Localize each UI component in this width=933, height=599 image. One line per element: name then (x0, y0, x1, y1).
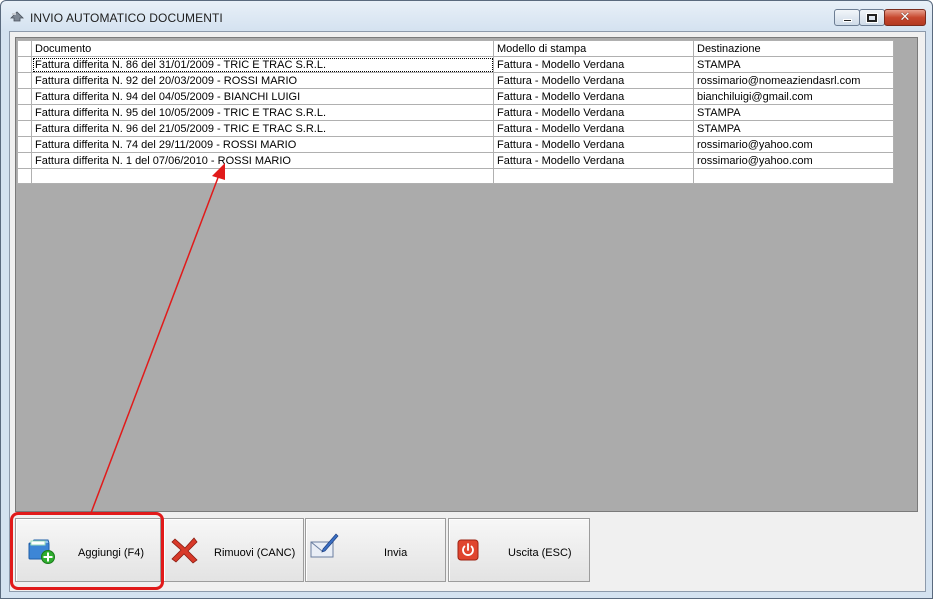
window-controls: ✕ (834, 9, 926, 26)
cell-documento-empty[interactable] (31, 168, 494, 184)
cell-documento[interactable]: Fattura differita N. 92 del 20/03/2009 -… (31, 72, 494, 89)
cell-documento[interactable]: Fattura differita N. 95 del 10/05/2009 -… (31, 104, 494, 121)
cell-documento[interactable]: Fattura differita N. 74 del 29/11/2009 -… (31, 136, 494, 153)
cell-destinazione[interactable]: bianchiluigi@gmail.com (693, 88, 894, 105)
cell-destinazione[interactable]: STAMPA (693, 120, 894, 137)
cell-destinazione[interactable]: STAMPA (693, 104, 894, 121)
cell-modello[interactable]: Fattura - Modello Verdana (493, 72, 694, 89)
cell-destinazione-empty[interactable] (693, 168, 894, 184)
send-button-label: Invia (384, 547, 408, 559)
add-button-label: Aggiungi (F4) (78, 547, 145, 559)
cell-documento[interactable]: Fattura differita N. 1 del 07/06/2010 - … (31, 152, 494, 169)
cell-destinazione[interactable]: rossimario@yahoo.com (693, 136, 894, 153)
cell-documento[interactable]: Fattura differita N. 86 del 31/01/2009 -… (31, 56, 494, 73)
new-row[interactable] (17, 168, 894, 184)
folder-add-icon (28, 539, 55, 564)
send-button[interactable]: Invia (305, 518, 446, 582)
row-indicator[interactable] (17, 56, 32, 73)
window-title: INVIO AUTOMATICO DOCUMENTI (30, 11, 223, 25)
envelope-pen-icon (310, 533, 339, 558)
maximize-icon (867, 13, 877, 22)
maximize-button[interactable] (859, 9, 885, 26)
cell-documento[interactable]: Fattura differita N. 96 del 21/05/2009 -… (31, 120, 494, 137)
cell-modello[interactable]: Fattura - Modello Verdana (493, 88, 694, 105)
table-header-row: Documento Modello di stampa Destinazione (17, 40, 894, 57)
remove-button[interactable]: Rimuovi (CANC) (163, 518, 304, 582)
app-icon (10, 11, 24, 22)
power-icon (457, 539, 479, 561)
documents-grid[interactable]: Documento Modello di stampa Destinazione… (15, 37, 918, 512)
title-bar[interactable]: INVIO AUTOMATICO DOCUMENTI ✕ (1, 1, 932, 31)
table-row[interactable]: Fattura differita N. 94 del 04/05/2009 -… (17, 88, 894, 105)
row-indicator[interactable] (17, 136, 32, 153)
cell-modello-empty[interactable] (493, 168, 694, 184)
exit-button[interactable]: Uscita (ESC) (448, 518, 590, 582)
client-area: Documento Modello di stampa Destinazione… (9, 31, 926, 592)
row-indicator-header (17, 40, 32, 57)
table-row[interactable]: Fattura differita N. 86 del 31/01/2009 -… (17, 56, 894, 73)
table-row[interactable]: Fattura differita N. 95 del 10/05/2009 -… (17, 104, 894, 121)
row-indicator[interactable] (17, 88, 32, 105)
cell-destinazione[interactable]: rossimario@nomeaziendasrl.com (693, 72, 894, 89)
close-button[interactable]: ✕ (884, 9, 926, 26)
add-button[interactable]: Aggiungi (F4) (15, 518, 161, 582)
table-row[interactable]: Fattura differita N. 74 del 29/11/2009 -… (17, 136, 894, 153)
button-bar: Aggiungi (F4) Rimuovi (CANC) Invia Uscit… (15, 518, 920, 584)
cell-modello[interactable]: Fattura - Modello Verdana (493, 152, 694, 169)
cell-modello[interactable]: Fattura - Modello Verdana (493, 56, 694, 73)
minimize-icon (842, 18, 852, 22)
cell-modello[interactable]: Fattura - Modello Verdana (493, 136, 694, 153)
main-window: INVIO AUTOMATICO DOCUMENTI ✕ Documento M… (0, 0, 933, 599)
red-x-icon (171, 537, 198, 564)
cell-modello[interactable]: Fattura - Modello Verdana (493, 120, 694, 137)
table-row[interactable]: Fattura differita N. 96 del 21/05/2009 -… (17, 120, 894, 137)
column-header-destinazione[interactable]: Destinazione (693, 40, 894, 57)
documents-table[interactable]: Documento Modello di stampa Destinazione… (17, 40, 894, 184)
close-icon: ✕ (899, 10, 911, 25)
column-header-modello[interactable]: Modello di stampa (493, 40, 694, 57)
exit-button-label: Uscita (ESC) (508, 547, 572, 559)
cell-documento[interactable]: Fattura differita N. 94 del 04/05/2009 -… (31, 88, 494, 105)
row-indicator[interactable] (17, 152, 32, 169)
minimize-button[interactable] (834, 9, 860, 26)
table-row[interactable]: Fattura differita N. 92 del 20/03/2009 -… (17, 72, 894, 89)
cell-destinazione[interactable]: rossimario@yahoo.com (693, 152, 894, 169)
cell-destinazione[interactable]: STAMPA (693, 56, 894, 73)
remove-button-label: Rimuovi (CANC) (214, 547, 296, 559)
row-indicator[interactable] (17, 72, 32, 89)
row-indicator[interactable] (17, 120, 32, 137)
table-row[interactable]: Fattura differita N. 1 del 07/06/2010 - … (17, 152, 894, 169)
row-indicator[interactable] (17, 168, 32, 184)
row-indicator[interactable] (17, 104, 32, 121)
column-header-documento[interactable]: Documento (31, 40, 494, 57)
cell-modello[interactable]: Fattura - Modello Verdana (493, 104, 694, 121)
